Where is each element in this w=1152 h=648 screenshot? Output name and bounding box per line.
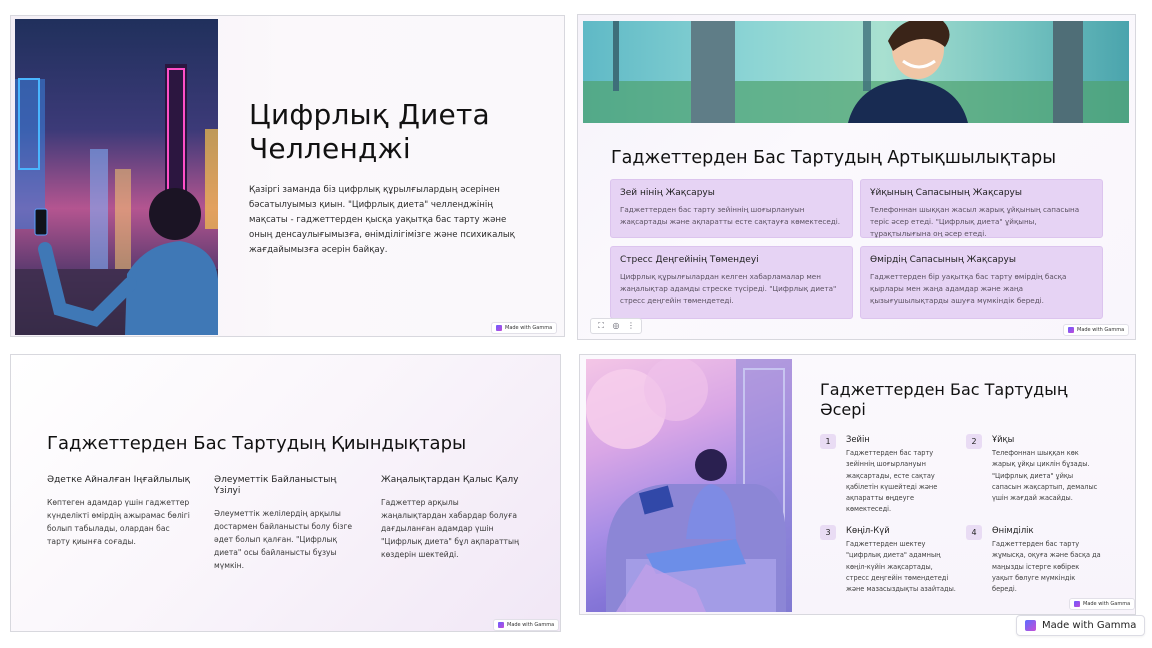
title-line-1: Гаджеттерден Бас Тартудың [820,380,1068,399]
item-number: 2 [966,434,982,449]
camera-icon[interactable]: ◎ [610,321,622,331]
gamma-logo-icon [1074,601,1080,607]
park-illustration [583,21,1129,123]
made-with-gamma-badge[interactable]: Made with Gamma [493,619,560,631]
gamma-logo-icon [1068,327,1074,333]
card-body: Цифрлық құрылғылардан келген хабарламала… [620,272,837,305]
badge-label: Made with Gamma [505,325,553,331]
challenge-column: Әдетке Айналған Іңғайлылық Көптеген адам… [47,475,192,548]
benefit-card: Өмірдің Сапасының Жақсаруы Гаджеттерден … [860,246,1103,319]
item-number: 4 [966,525,982,540]
slide-body-text: Қазіргі заманда біз цифрлық құрылғыларды… [249,185,515,255]
expand-icon[interactable]: ⛶ [595,321,607,331]
benefit-card: Зей нінің Жақсаруы Гаджеттерден бас тарт… [610,179,853,238]
slide-title: Цифрлық Диета Челленджі [249,98,490,166]
gamma-logo-icon [1025,620,1036,631]
item-body: Гаджеттерден бас тарту жұмысқа, оқуға жә… [992,540,1101,594]
card-body: Гаджеттерден бір уақытқа бас тарту өмірд… [870,272,1067,305]
slide-challenges[interactable]: Гаджеттерден Бас Тартудың Қиындықтары Әд… [10,354,561,632]
effect-item: 2 Ұйқы Телефоннан шыққан көк жарық ұйқы … [966,434,1097,514]
column-title: Әдетке Айналған Іңғайлылық [47,475,191,485]
title-line-2: Әсері [820,400,866,419]
gamma-logo-icon [496,325,502,331]
column-title: Әлеуметтік Байланыстың Үзілуі [214,475,337,496]
item-title: Көңіл-Күй [846,525,890,535]
challenge-column: Әлеуметтік Байланыстың Үзілуі Әлеуметтік… [214,475,359,572]
card-body: Гаджеттерден бас тарту зейіннің шоғырлан… [620,205,841,226]
slide-effects[interactable]: Гаджеттерден Бас Тартудың Әсері 1 Зейін … [579,354,1136,615]
card-title: Стресс Деңгейінің Төмендеуі [620,255,759,265]
badge-label: Made with Gamma [1083,601,1131,607]
item-body: Гаджеттерден шектеу "цифрлық диета" адам… [846,540,956,594]
title-line-2: Челленджі [249,132,411,165]
item-title: Өнімділік [992,525,1034,535]
floating-badge-label: Made with Gamma [1042,620,1137,631]
effect-item: 1 Зейін Гаджеттерден бас тарту зейіннің … [820,434,940,514]
item-title: Ұйқы [992,434,1015,444]
slide-title: Гаджеттерден Бас Тартудың Қиындықтары [47,433,467,454]
slide-title: Гаджеттерден Бас Тартудың Әсері [820,380,1067,420]
effect-item: 4 Өнімділік Гаджеттерден бас тарту жұмыс… [966,525,1101,614]
title-line-1: Цифрлық Диета [249,98,490,131]
item-number: 3 [820,525,836,540]
badge-label: Made with Gamma [507,622,555,628]
made-with-gamma-badge[interactable]: Made with Gamma [1069,598,1135,610]
image-toolbar: ⛶ ◎ ⋮ [590,318,642,334]
slide-intro[interactable]: Цифрлық Диета Челленджі Қазіргі заманда … [10,15,565,337]
card-title: Ұйқының Сапасының Жақсаруы [870,188,1022,198]
gamma-logo-icon [498,622,504,628]
badge-label: Made with Gamma [1077,327,1125,333]
made-with-gamma-badge[interactable]: Made with Gamma [1063,324,1130,336]
neon-city-illustration [15,64,218,335]
item-body: Телефоннан шыққан көк жарық ұйқы циклін … [992,449,1098,503]
benefit-card: Стресс Деңгейінің Төмендеуі Цифрлық құры… [610,246,853,319]
more-options-icon[interactable]: ⋮ [625,321,637,331]
effect-item: 3 Көңіл-Күй Гаджеттерден шектеу "цифрлық… [820,525,956,614]
gamma-slide-grid: Цифрлық Диета Челленджі Қазіргі заманда … [0,0,1152,648]
column-body: Көптеген адамдар үшін гаджеттер күнделік… [47,498,190,546]
made-with-gamma-badge[interactable]: Made with Gamma [491,322,558,334]
item-number: 1 [820,434,836,449]
slide-image-neon-city [15,19,218,335]
item-title: Зейін [846,434,870,444]
slide-title: Гаджеттерден Бас Тартудың Артықшылықтары [611,148,1057,168]
item-body: Гаджеттерден бас тарту зейіннің шоғырлан… [846,449,938,514]
made-with-gamma-floating-button[interactable]: Made with Gamma [1016,615,1146,636]
column-body: Әлеуметтік желілердің арқылы достармен б… [214,509,353,570]
card-title: Зей нінің Жақсаруы [620,188,715,198]
column-title: Жаңалықтардан Қалыс Қалу [381,475,519,485]
challenge-column: Жаңалықтардан Қалыс Қалу Гаджеттер арқыл… [381,475,526,561]
reading-illustration [586,359,792,612]
column-body: Гаджеттер арқылы жаңалықтардан хабардар … [381,498,519,559]
benefit-card: Ұйқының Сапасының Жақсаруы Телефоннан шы… [860,179,1103,238]
slide-benefits[interactable]: Гаджеттерден Бас Тартудың Артықшылықтары… [577,14,1136,340]
card-body: Телефоннан шыққан жасыл жарық ұйқының са… [870,205,1080,238]
card-title: Өмірдің Сапасының Жақсаруы [870,255,1016,265]
slide-image-reading-girl [586,359,792,612]
slide-image-park-boy [583,21,1129,123]
